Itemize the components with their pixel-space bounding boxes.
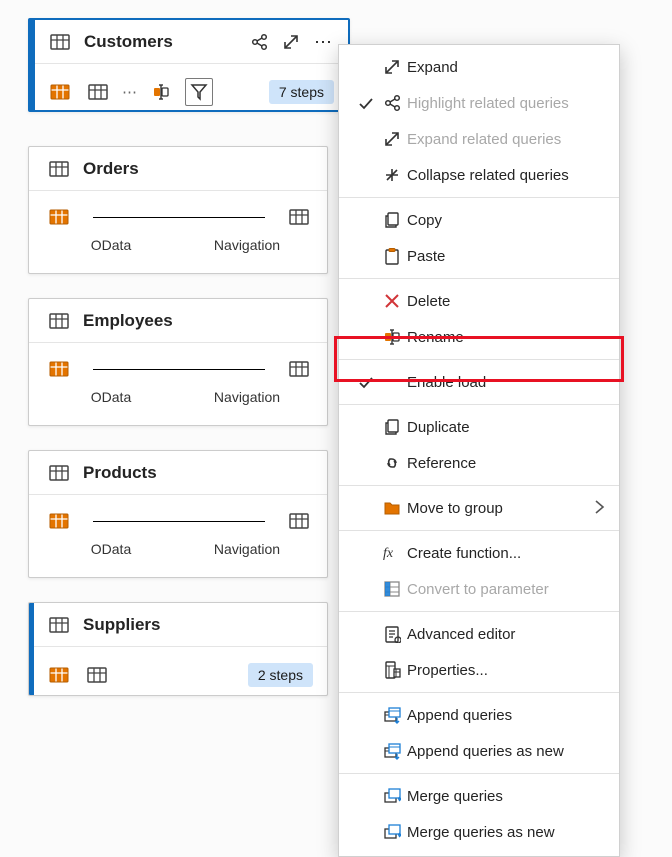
chevron-right-icon — [587, 498, 605, 518]
table-icon — [45, 155, 73, 183]
more-icon[interactable]: ⋯ — [312, 31, 334, 53]
step-label: OData — [45, 389, 177, 405]
menu-expand-related[interactable]: Expand related queries — [339, 121, 619, 157]
menu-expand[interactable]: Expand — [339, 49, 619, 85]
menu-reference[interactable]: Reference — [339, 445, 619, 481]
table-icon — [46, 28, 74, 56]
query-title: Products — [83, 463, 157, 483]
navigation-icon[interactable] — [285, 507, 313, 535]
step-label: Navigation — [181, 541, 313, 557]
collapse-icon — [377, 166, 407, 184]
odata-icon[interactable] — [45, 203, 73, 231]
table-orange-icon[interactable] — [45, 661, 73, 689]
rename-step-icon[interactable] — [147, 78, 175, 106]
merge-new-icon — [377, 823, 407, 841]
table-icon — [45, 307, 73, 335]
query-card-employees[interactable]: Employees OData Navigation — [28, 298, 328, 426]
related-icon[interactable] — [248, 31, 270, 53]
odata-icon[interactable] — [45, 507, 73, 535]
query-title: Orders — [83, 159, 139, 179]
menu-paste[interactable]: Paste — [339, 238, 619, 274]
advanced-editor-icon — [377, 625, 407, 643]
navigation-icon[interactable] — [285, 203, 313, 231]
reference-icon — [377, 454, 407, 472]
menu-move-to-group[interactable]: Move to group — [339, 490, 619, 526]
menu-convert-parameter[interactable]: Convert to parameter — [339, 571, 619, 607]
related-icon — [377, 94, 407, 112]
delete-icon — [377, 292, 407, 310]
menu-append-queries-new[interactable]: Append queries as new — [339, 733, 619, 769]
step-count[interactable]: 7 steps — [269, 80, 334, 104]
query-title: Customers — [84, 32, 173, 52]
step-label: OData — [45, 541, 177, 557]
menu-append-queries[interactable]: Append queries — [339, 697, 619, 733]
odata-icon[interactable] — [45, 355, 73, 383]
menu-merge-queries-new[interactable]: Merge queries as new — [339, 814, 619, 850]
menu-copy[interactable]: Copy — [339, 202, 619, 238]
annotation-highlight — [334, 336, 624, 382]
query-title: Employees — [83, 311, 173, 331]
filter-icon[interactable] — [185, 78, 213, 106]
append-icon — [377, 706, 407, 724]
menu-create-function[interactable]: Create function... — [339, 535, 619, 571]
menu-properties[interactable]: Properties... — [339, 652, 619, 688]
query-card-products[interactable]: Products OData Navigation — [28, 450, 328, 578]
table-orange-icon[interactable] — [46, 78, 74, 106]
query-card-customers[interactable]: Customers ⋯ ⋯ 7 steps — [28, 18, 350, 112]
query-card-orders[interactable]: Orders OData Navigation — [28, 146, 328, 274]
expand-icon — [377, 58, 407, 76]
step-label: Navigation — [181, 237, 313, 253]
table-gray-icon[interactable] — [84, 78, 112, 106]
navigation-icon[interactable] — [285, 355, 313, 383]
table-gray-icon[interactable] — [83, 661, 111, 689]
paste-icon — [377, 247, 407, 265]
query-card-suppliers[interactable]: Suppliers 2 steps — [28, 602, 328, 696]
ellipsis: ⋯ — [122, 83, 137, 101]
fx-icon — [377, 544, 407, 562]
append-new-icon — [377, 742, 407, 760]
table-icon — [45, 459, 73, 487]
step-label: Navigation — [181, 389, 313, 405]
folder-icon — [377, 499, 407, 517]
menu-advanced-editor[interactable]: Advanced editor — [339, 616, 619, 652]
menu-collapse-related[interactable]: Collapse related queries — [339, 157, 619, 193]
properties-icon — [377, 661, 407, 679]
table-icon — [45, 611, 73, 639]
check-icon — [353, 95, 377, 111]
step-count[interactable]: 2 steps — [248, 663, 313, 687]
copy-icon — [377, 211, 407, 229]
menu-highlight-related[interactable]: Highlight related queries — [339, 85, 619, 121]
query-title: Suppliers — [83, 615, 160, 635]
menu-delete[interactable]: Delete — [339, 283, 619, 319]
expand-icon — [377, 130, 407, 148]
grid-icon — [377, 580, 407, 598]
context-menu: Expand Highlight related queries Expand … — [338, 44, 620, 857]
expand-icon[interactable] — [280, 31, 302, 53]
step-label: OData — [45, 237, 177, 253]
duplicate-icon — [377, 418, 407, 436]
menu-merge-queries[interactable]: Merge queries — [339, 778, 619, 814]
merge-icon — [377, 787, 407, 805]
menu-duplicate[interactable]: Duplicate — [339, 409, 619, 445]
